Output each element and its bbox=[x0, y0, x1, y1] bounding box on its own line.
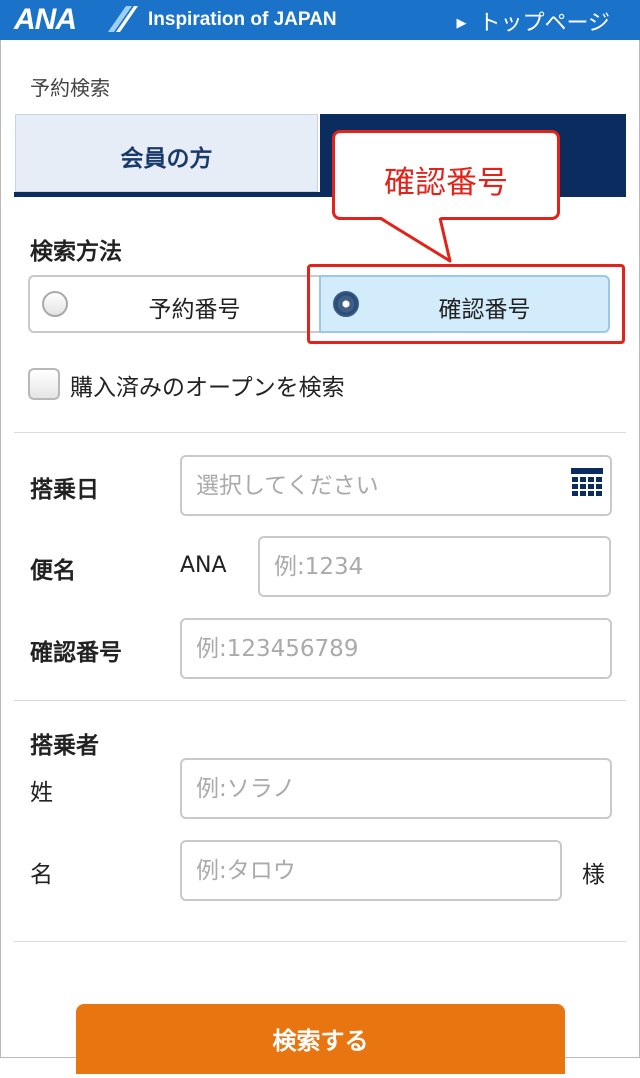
search-button[interactable]: 検索する bbox=[76, 1004, 565, 1074]
search-method-label: 検索方法 bbox=[30, 239, 122, 265]
callout-annotation: 確認番号 bbox=[332, 130, 560, 220]
radio-reservation-number-label: 予約番号 bbox=[148, 297, 241, 323]
divider bbox=[14, 432, 626, 433]
open-ticket-checkbox[interactable] bbox=[28, 368, 60, 400]
passenger-label: 搭乗者 bbox=[30, 733, 99, 759]
logo-slash-icon bbox=[108, 6, 138, 32]
radio-checked-icon bbox=[333, 291, 359, 317]
tagline: Inspiration of JAPAN bbox=[148, 9, 337, 30]
boarding-date-label: 搭乗日 bbox=[30, 477, 99, 503]
flight-number-input[interactable] bbox=[258, 536, 611, 597]
radio-reservation-number[interactable]: 予約番号 bbox=[28, 275, 319, 333]
top-page-link[interactable]: ▶ トップページ bbox=[456, 5, 610, 37]
callout-text: 確認番号 bbox=[384, 165, 508, 201]
radio-confirmation-number[interactable]: 確認番号 bbox=[319, 275, 610, 333]
last-name-input[interactable] bbox=[180, 758, 612, 819]
honorific-suffix: 様 bbox=[582, 862, 605, 888]
open-ticket-checkbox-label[interactable]: 購入済みのオープンを検索 bbox=[70, 368, 345, 402]
site-header: ANA Inspiration of JAPAN ▶ トップページ bbox=[0, 0, 640, 40]
ana-logo[interactable]: ANA bbox=[14, 3, 77, 37]
flight-number-prefix: ANA bbox=[180, 553, 227, 578]
tab-member[interactable]: 会員の方 bbox=[15, 114, 318, 192]
divider bbox=[14, 941, 626, 942]
calendar-icon[interactable] bbox=[571, 468, 603, 500]
divider bbox=[14, 700, 626, 701]
tab-member-label: 会員の方 bbox=[120, 146, 213, 172]
top-page-link-label: トップページ bbox=[478, 11, 610, 36]
callout-tail bbox=[380, 216, 452, 263]
radio-unchecked-icon bbox=[42, 291, 68, 317]
first-name-label: 名 bbox=[30, 862, 53, 888]
radio-confirmation-number-label: 確認番号 bbox=[438, 297, 531, 323]
last-name-label: 姓 bbox=[30, 780, 53, 806]
confirmation-number-input[interactable] bbox=[180, 618, 612, 679]
first-name-input[interactable] bbox=[180, 840, 562, 901]
flight-number-label: 便名 bbox=[30, 558, 76, 584]
page-title: 予約検索 bbox=[30, 76, 110, 100]
confirmation-number-label: 確認番号 bbox=[30, 640, 122, 666]
boarding-date-input[interactable] bbox=[180, 455, 612, 516]
triangle-right-icon: ▶ bbox=[456, 16, 467, 31]
